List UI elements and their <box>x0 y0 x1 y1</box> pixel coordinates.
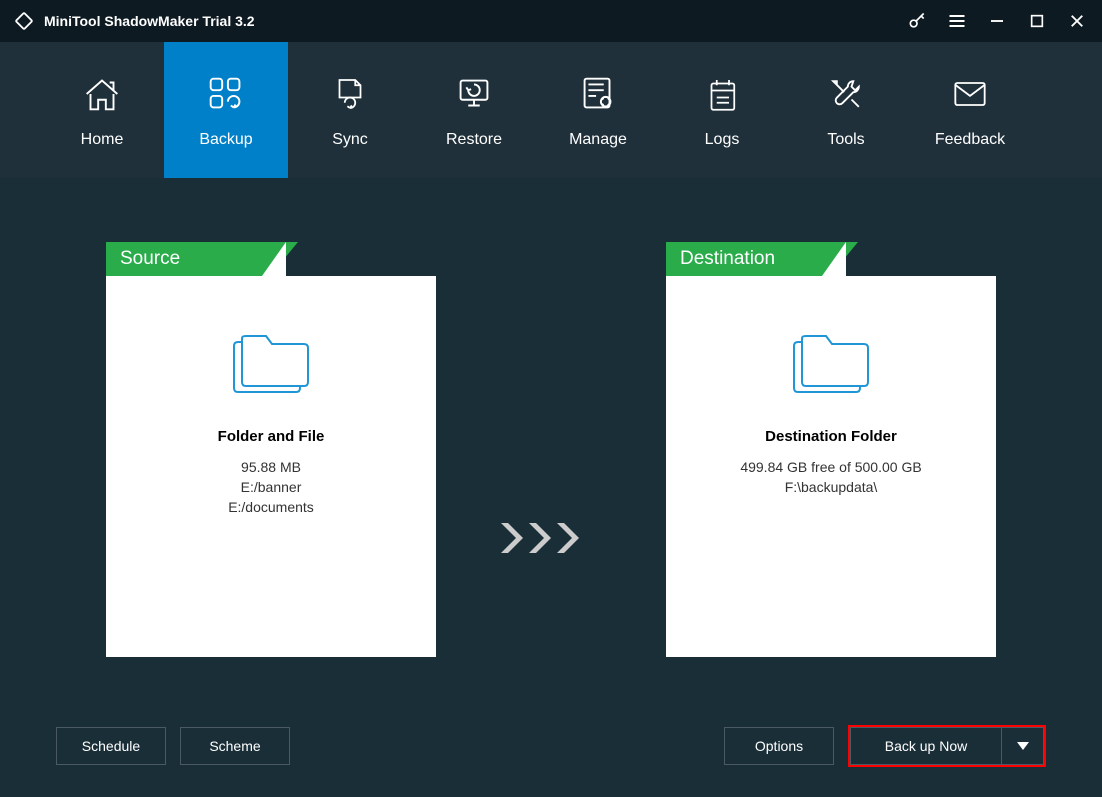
nav-label: Sync <box>332 131 368 149</box>
source-path-1: E:/banner <box>106 479 436 495</box>
maximize-icon[interactable] <box>1024 8 1050 34</box>
destination-path: F:\backupdata\ <box>666 479 996 495</box>
backup-now-group: Back up Now <box>848 725 1046 767</box>
nav-sync[interactable]: Sync <box>288 42 412 178</box>
main-nav: Home Backup Sync <box>0 42 1102 178</box>
nav-label: Feedback <box>935 131 1005 149</box>
folder-icon <box>106 332 436 398</box>
folder-icon <box>666 332 996 398</box>
minimize-icon[interactable] <box>984 8 1010 34</box>
key-icon[interactable] <box>904 8 930 34</box>
sync-icon <box>329 71 371 117</box>
menu-icon[interactable] <box>944 8 970 34</box>
destination-free: 499.84 GB free of 500.00 GB <box>666 459 996 475</box>
app-logo-icon <box>12 9 36 33</box>
arrow-icon <box>496 518 606 558</box>
titlebar: MiniTool ShadowMaker Trial 3.2 <box>0 0 1102 42</box>
nav-label: Tools <box>827 131 864 149</box>
nav-tools[interactable]: Tools <box>784 42 908 178</box>
feedback-icon <box>948 71 992 117</box>
backup-icon <box>203 71 249 117</box>
source-title: Folder and File <box>106 428 436 445</box>
nav-label: Manage <box>569 131 627 149</box>
nav-logs[interactable]: Logs <box>660 42 784 178</box>
source-panel[interactable]: Source Folder and File 95.88 MB E:/banne… <box>106 242 436 657</box>
manage-icon <box>575 71 621 117</box>
source-header: Source <box>106 242 270 276</box>
nav-label: Backup <box>199 131 252 149</box>
close-icon[interactable] <box>1064 8 1090 34</box>
restore-icon <box>451 71 497 117</box>
home-icon <box>79 71 125 117</box>
destination-panel[interactable]: Destination Destination Folder 499.84 GB… <box>666 242 996 657</box>
nav-backup[interactable]: Backup <box>164 42 288 178</box>
nav-home[interactable]: Home <box>40 42 164 178</box>
nav-feedback[interactable]: Feedback <box>908 42 1032 178</box>
source-path-2: E:/documents <box>106 499 436 515</box>
backup-dropdown-button[interactable] <box>1002 727 1044 765</box>
logs-icon <box>701 71 743 117</box>
schedule-button[interactable]: Schedule <box>56 727 166 765</box>
nav-label: Home <box>81 131 124 149</box>
scheme-button[interactable]: Scheme <box>180 727 290 765</box>
content-area: Source Folder and File 95.88 MB E:/banne… <box>0 178 1102 797</box>
nav-manage[interactable]: Manage <box>536 42 660 178</box>
backup-now-button[interactable]: Back up Now <box>850 727 1002 765</box>
source-size: 95.88 MB <box>106 459 436 475</box>
app-title: MiniTool ShadowMaker Trial 3.2 <box>44 13 255 29</box>
nav-restore[interactable]: Restore <box>412 42 536 178</box>
destination-header: Destination <box>666 242 830 276</box>
tools-icon <box>824 71 868 117</box>
nav-label: Restore <box>446 131 502 149</box>
options-button[interactable]: Options <box>724 727 834 765</box>
footer-bar: Schedule Scheme Options Back up Now <box>56 725 1046 767</box>
destination-title: Destination Folder <box>666 428 996 445</box>
nav-label: Logs <box>705 131 740 149</box>
